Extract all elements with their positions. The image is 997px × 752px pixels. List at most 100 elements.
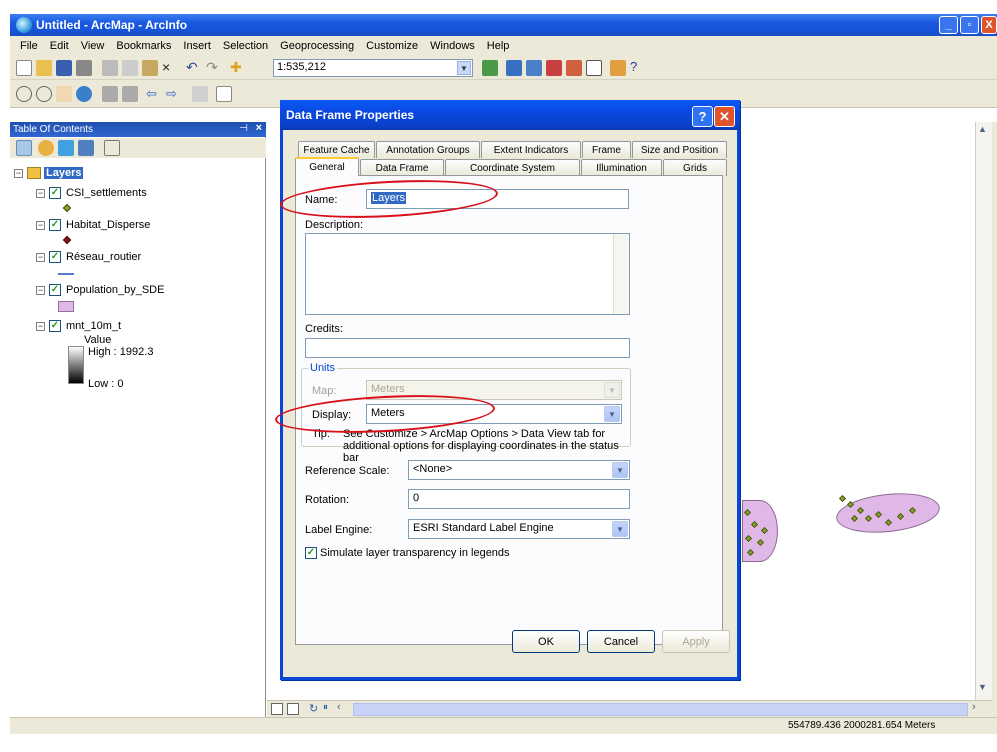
menu-selection[interactable]: Selection bbox=[217, 40, 274, 52]
layer-name[interactable]: mnt_10m_t bbox=[66, 320, 121, 332]
menu-help[interactable]: Help bbox=[481, 40, 516, 52]
scroll-right-icon[interactable]: › bbox=[972, 701, 976, 713]
copy-icon[interactable] bbox=[122, 60, 138, 76]
map-vertical-scrollbar[interactable]: ▲ ▼ bbox=[975, 122, 992, 700]
map-scale-combo[interactable]: 1:535,212 ▼ bbox=[273, 59, 473, 77]
collapse-icon[interactable]: − bbox=[14, 168, 23, 178]
label-engine-select[interactable]: ESRI Standard Label Engine ▼ bbox=[408, 519, 630, 539]
layer-name[interactable]: CSI_settlements bbox=[66, 187, 147, 199]
back-extent-icon[interactable]: ⇦ bbox=[146, 86, 162, 102]
redo-icon[interactable]: ↷ bbox=[206, 60, 222, 76]
list-by-selection-icon[interactable] bbox=[78, 140, 94, 156]
layer-visibility-checkbox[interactable]: ✓ bbox=[49, 219, 61, 231]
print-icon[interactable] bbox=[76, 60, 92, 76]
scroll-left-icon[interactable]: ‹ bbox=[337, 701, 341, 713]
collapse-icon[interactable]: − bbox=[36, 252, 45, 262]
fixed-zoom-out-icon[interactable] bbox=[122, 86, 138, 102]
tab-frame[interactable]: Frame bbox=[582, 141, 631, 158]
tab-annotation-groups[interactable]: Annotation Groups bbox=[376, 141, 480, 158]
layer-visibility-checkbox[interactable]: ✓ bbox=[49, 187, 61, 199]
arctoolbox-icon[interactable] bbox=[566, 60, 582, 76]
layer-name[interactable]: Habitat_Disperse bbox=[66, 219, 150, 231]
collapse-icon[interactable]: − bbox=[36, 285, 45, 295]
paste-icon[interactable] bbox=[142, 60, 158, 76]
toc-layer-row[interactable]: − ✓ Réseau_routier bbox=[36, 251, 141, 263]
cut-icon[interactable] bbox=[102, 60, 118, 76]
menu-file[interactable]: File bbox=[14, 40, 44, 52]
tab-general[interactable]: General bbox=[295, 157, 359, 176]
collapse-icon[interactable]: − bbox=[36, 220, 45, 230]
tab-data-frame[interactable]: Data Frame bbox=[360, 159, 444, 176]
tab-grids[interactable]: Grids bbox=[663, 159, 727, 176]
toc-layer-row[interactable]: − ✓ Habitat_Disperse bbox=[36, 219, 150, 231]
menu-customize[interactable]: Customize bbox=[360, 40, 424, 52]
list-by-drawing-order-icon[interactable] bbox=[16, 140, 32, 156]
apply-button[interactable]: Apply bbox=[662, 630, 730, 653]
whats-this-help-icon[interactable]: ? bbox=[630, 60, 646, 76]
toc-layers-root[interactable]: − Layers bbox=[14, 167, 84, 179]
tab-illumination[interactable]: Illumination bbox=[581, 159, 662, 176]
refresh-icon[interactable]: ↻ bbox=[309, 702, 318, 715]
tab-extent-indicators[interactable]: Extent Indicators bbox=[481, 141, 581, 158]
pin-icon[interactable]: ⊣ bbox=[239, 123, 248, 134]
chevron-down-icon[interactable]: ▼ bbox=[604, 406, 620, 422]
cancel-button[interactable]: Cancel bbox=[587, 630, 655, 653]
chevron-down-icon[interactable]: ▼ bbox=[457, 61, 471, 75]
python-window-icon[interactable] bbox=[586, 60, 602, 76]
scroll-up-icon[interactable]: ▲ bbox=[978, 124, 987, 134]
rotation-input[interactable]: 0 bbox=[408, 489, 630, 509]
tab-size-and-position[interactable]: Size and Position bbox=[632, 141, 727, 158]
undo-icon[interactable]: ↶ bbox=[186, 60, 202, 76]
tab-feature-cache[interactable]: Feature Cache bbox=[298, 141, 375, 158]
menu-insert[interactable]: Insert bbox=[177, 40, 217, 52]
search-window-icon[interactable] bbox=[546, 60, 562, 76]
new-document-icon[interactable] bbox=[16, 60, 32, 76]
layer-visibility-checkbox[interactable]: ✓ bbox=[49, 251, 61, 263]
credits-input[interactable] bbox=[305, 338, 630, 358]
open-folder-icon[interactable] bbox=[36, 60, 52, 76]
toc-layer-row[interactable]: − ✓ CSI_settlements bbox=[36, 187, 147, 199]
layout-view-icon[interactable] bbox=[287, 703, 299, 715]
close-button[interactable]: X bbox=[981, 16, 997, 34]
data-view-icon[interactable] bbox=[271, 703, 283, 715]
add-data-icon[interactable]: ✚ bbox=[230, 60, 246, 76]
layer-name[interactable]: Population_by_SDE bbox=[66, 284, 164, 296]
full-extent-icon[interactable] bbox=[76, 86, 92, 102]
chevron-down-icon[interactable]: ▼ bbox=[612, 462, 628, 478]
chevron-down-icon[interactable]: ▼ bbox=[612, 521, 628, 537]
pan-hand-icon[interactable] bbox=[56, 86, 72, 102]
clear-selection-icon[interactable] bbox=[216, 86, 232, 102]
simulate-transparency-row[interactable]: ✓ Simulate layer transparency in legends bbox=[305, 547, 510, 559]
menu-edit[interactable]: Edit bbox=[44, 40, 75, 52]
editor-toolbar-icon[interactable] bbox=[482, 60, 498, 76]
select-features-icon[interactable] bbox=[192, 86, 208, 102]
toc-layer-row[interactable]: − ✓ mnt_10m_t bbox=[36, 320, 121, 332]
toc-layer-row[interactable]: − ✓ Population_by_SDE bbox=[36, 284, 164, 296]
layer-name[interactable]: Réseau_routier bbox=[66, 251, 141, 263]
data-frame-label[interactable]: Layers bbox=[44, 167, 84, 179]
menu-view[interactable]: View bbox=[75, 40, 111, 52]
layer-visibility-checkbox[interactable]: ✓ bbox=[49, 320, 61, 332]
menu-bookmarks[interactable]: Bookmarks bbox=[110, 40, 177, 52]
list-by-source-icon[interactable] bbox=[38, 140, 54, 156]
ok-button[interactable]: OK bbox=[512, 630, 580, 653]
options-icon[interactable] bbox=[104, 140, 120, 156]
zoom-out-icon[interactable] bbox=[36, 86, 52, 102]
delete-icon[interactable]: × bbox=[162, 60, 178, 76]
close-icon[interactable]: × bbox=[256, 122, 262, 134]
maximize-button[interactable]: ▫ bbox=[960, 16, 979, 34]
menu-geoprocessing[interactable]: Geoprocessing bbox=[274, 40, 360, 52]
layer-visibility-checkbox[interactable]: ✓ bbox=[49, 284, 61, 296]
modelbuilder-icon[interactable] bbox=[610, 60, 626, 76]
forward-extent-icon[interactable]: ⇨ bbox=[166, 86, 182, 102]
scroll-down-icon[interactable]: ▼ bbox=[978, 682, 987, 692]
help-button[interactable]: ? bbox=[692, 106, 713, 127]
description-scrollbar[interactable] bbox=[613, 234, 629, 314]
catalog-icon[interactable] bbox=[526, 60, 542, 76]
simulate-transparency-checkbox[interactable]: ✓ bbox=[305, 547, 317, 559]
list-by-visibility-icon[interactable] bbox=[58, 140, 74, 156]
zoom-in-icon[interactable] bbox=[16, 86, 32, 102]
map-horizontal-scrollbar[interactable] bbox=[353, 703, 968, 716]
collapse-icon[interactable]: − bbox=[36, 188, 45, 198]
tab-coordinate-system[interactable]: Coordinate System bbox=[445, 159, 580, 176]
